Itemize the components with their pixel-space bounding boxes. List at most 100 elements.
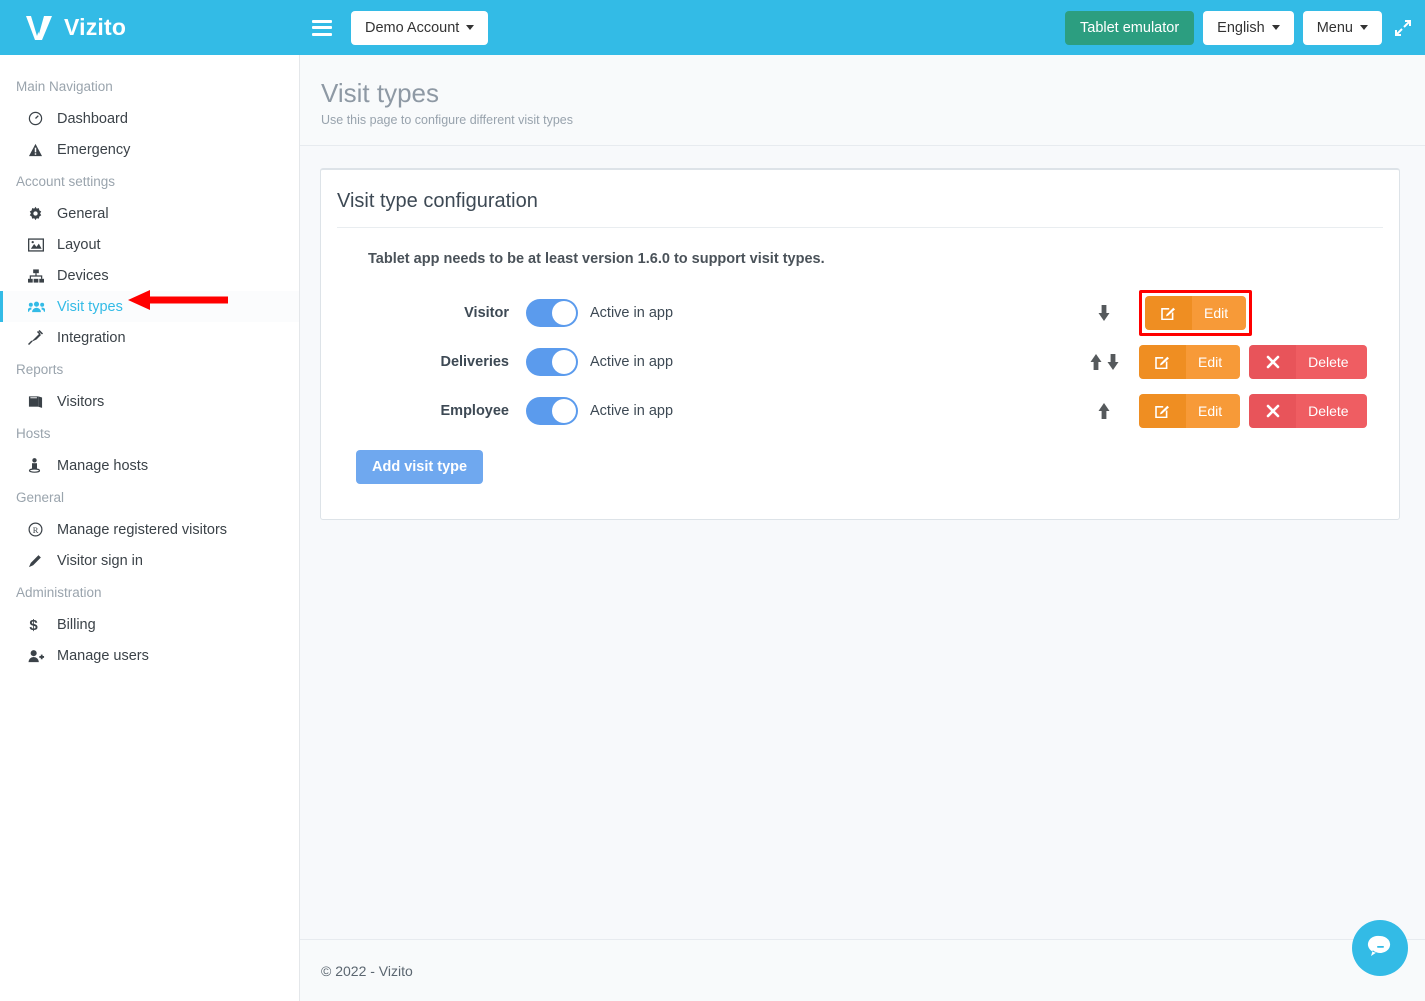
sidebar-item-label: Manage users <box>57 647 149 664</box>
sidebar-item-label: Billing <box>57 616 96 633</box>
dashboard-gauge-icon <box>28 111 49 126</box>
edit-pencil-square-icon <box>1139 393 1186 428</box>
sidebar-item-visitors[interactable]: Visitors <box>0 386 299 417</box>
move-down-icon[interactable] <box>1106 353 1120 371</box>
nav-group-reports: Reports Visitors <box>0 353 299 417</box>
edit-button[interactable]: Edit <box>1139 344 1241 379</box>
table-row: Deliveries Active in app Edit Delete <box>351 337 1369 386</box>
nav-group-administration: Administration $ Billing Manage users <box>0 576 299 671</box>
edit-button-label: Edit <box>1186 393 1241 428</box>
toggle-knob <box>552 300 576 325</box>
table-row: Employee Active in app Edit Delete <box>351 386 1369 435</box>
sidebar-item-devices[interactable]: Devices <box>0 260 299 291</box>
move-down-icon[interactable] <box>1097 304 1111 322</box>
chevron-down-icon <box>1271 25 1280 30</box>
toggle-knob <box>552 349 576 374</box>
visit-type-name: Visitor <box>464 304 509 321</box>
sidebar-item-layout[interactable]: Layout <box>0 229 299 260</box>
nav-group-general: General R Manage registered visitors Vis… <box>0 481 299 576</box>
add-visit-type-button[interactable]: Add visit type <box>356 450 484 484</box>
language-dropdown-button[interactable]: English <box>1203 10 1294 45</box>
edit-button-label: Edit <box>1192 295 1247 330</box>
visit-type-name: Deliveries <box>440 353 509 370</box>
sidebar-item-emergency[interactable]: Emergency <box>0 134 299 165</box>
top-bar: Vizito Demo Account Tablet emulator Engl… <box>0 0 1425 55</box>
edit-button[interactable]: Edit <box>1145 295 1247 330</box>
active-toggle[interactable] <box>526 298 578 327</box>
edit-button[interactable]: Edit <box>1139 393 1241 428</box>
sidebar-item-billing[interactable]: $ Billing <box>0 609 299 640</box>
active-toggle[interactable] <box>526 396 578 425</box>
expand-arrows-icon[interactable] <box>1393 18 1413 38</box>
version-notice: Tablet app needs to be at least version … <box>368 251 825 267</box>
vizito-checkmark-logo-icon <box>24 14 54 42</box>
tablet-emulator-button[interactable]: Tablet emulator <box>1065 10 1195 45</box>
sidebar-item-label: Layout <box>57 236 101 253</box>
main-content: Visit types Use this page to configure d… <box>300 55 1425 1001</box>
sidebar-item-label: Dashboard <box>57 110 128 127</box>
delete-button-label: Delete <box>1296 393 1367 428</box>
nav-header: General <box>16 490 65 505</box>
chat-widget-button[interactable] <box>1352 920 1408 976</box>
sidebar-item-manage-registered-visitors[interactable]: R Manage registered visitors <box>0 514 299 545</box>
panel-title: Visit type configuration <box>337 170 1383 228</box>
row-actions: Edit <box>1139 289 1369 336</box>
edit-button-highlight: Edit <box>1139 289 1253 336</box>
menu-dropdown-button[interactable]: Menu <box>1302 10 1382 45</box>
plug-icon <box>28 330 49 345</box>
registered-r-icon: R <box>28 522 49 537</box>
reorder-arrows <box>1069 353 1139 371</box>
sidebar-item-label: Manage hosts <box>57 457 149 474</box>
edit-pencil-square-icon <box>1139 344 1186 379</box>
sidebar-item-general[interactable]: General <box>0 198 299 229</box>
account-dropdown-button[interactable]: Demo Account <box>351 10 489 45</box>
pencil-icon <box>28 553 49 568</box>
sitemap-icon <box>28 268 49 283</box>
nav-header: Hosts <box>16 426 51 441</box>
hamburger-icon[interactable] <box>312 19 332 36</box>
person-pin-icon <box>28 458 49 473</box>
book-icon <box>28 395 49 409</box>
panel-body: Tablet app needs to be at least version … <box>321 228 1399 519</box>
nav-header: Reports <box>16 362 64 377</box>
image-icon <box>28 237 49 252</box>
dollar-icon: $ <box>28 617 49 633</box>
visit-type-name: Employee <box>440 402 510 419</box>
sidebar-item-label: Visitor sign in <box>57 552 143 569</box>
active-toggle[interactable] <box>526 347 578 376</box>
edit-button-label: Edit <box>1186 344 1241 379</box>
move-up-icon[interactable] <box>1097 402 1111 420</box>
sidebar-item-label: Integration <box>57 329 126 346</box>
page-header: Visit types Use this page to configure d… <box>300 55 1425 146</box>
svg-text:$: $ <box>29 617 38 633</box>
sidebar-item-label: Manage registered visitors <box>57 521 228 538</box>
reorder-arrows <box>1069 304 1139 322</box>
sidebar-item-manage-hosts[interactable]: Manage hosts <box>0 450 299 481</box>
footer: © 2022 - Vizito <box>300 939 1425 1001</box>
sidebar-item-visitor-sign-in[interactable]: Visitor sign in <box>0 545 299 576</box>
red-left-arrow-annotation-icon <box>128 289 228 316</box>
warning-triangle-icon <box>28 143 49 157</box>
delete-button[interactable]: Delete <box>1249 393 1367 428</box>
move-up-icon[interactable] <box>1089 353 1103 371</box>
user-plus-icon <box>28 649 49 663</box>
delete-button[interactable]: Delete <box>1249 344 1367 379</box>
edit-pencil-square-icon <box>1145 295 1192 330</box>
chat-bubble-icon <box>1365 931 1395 966</box>
nav-header: Administration <box>16 585 102 600</box>
sidebar-item-manage-users[interactable]: Manage users <box>0 640 299 671</box>
sidebar-item-integration[interactable]: Integration <box>0 322 299 353</box>
brand: Vizito <box>0 0 300 55</box>
gear-icon <box>28 206 49 221</box>
sidebar-item-dashboard[interactable]: Dashboard <box>0 103 299 134</box>
nav-group-hosts: Hosts Manage hosts <box>0 417 299 481</box>
page-title: Visit types <box>321 78 440 108</box>
reorder-arrows <box>1069 402 1139 420</box>
cross-x-icon <box>1249 393 1297 428</box>
copyright-text: © 2022 - Vizito <box>321 962 413 979</box>
row-actions: Edit Delete <box>1139 344 1369 379</box>
menu-label: Menu <box>1316 19 1353 36</box>
active-label: Active in app <box>590 402 674 419</box>
active-label: Active in app <box>590 353 674 370</box>
nav-group-main-navigation: Main Navigation Dashboard Emergency <box>0 70 299 165</box>
